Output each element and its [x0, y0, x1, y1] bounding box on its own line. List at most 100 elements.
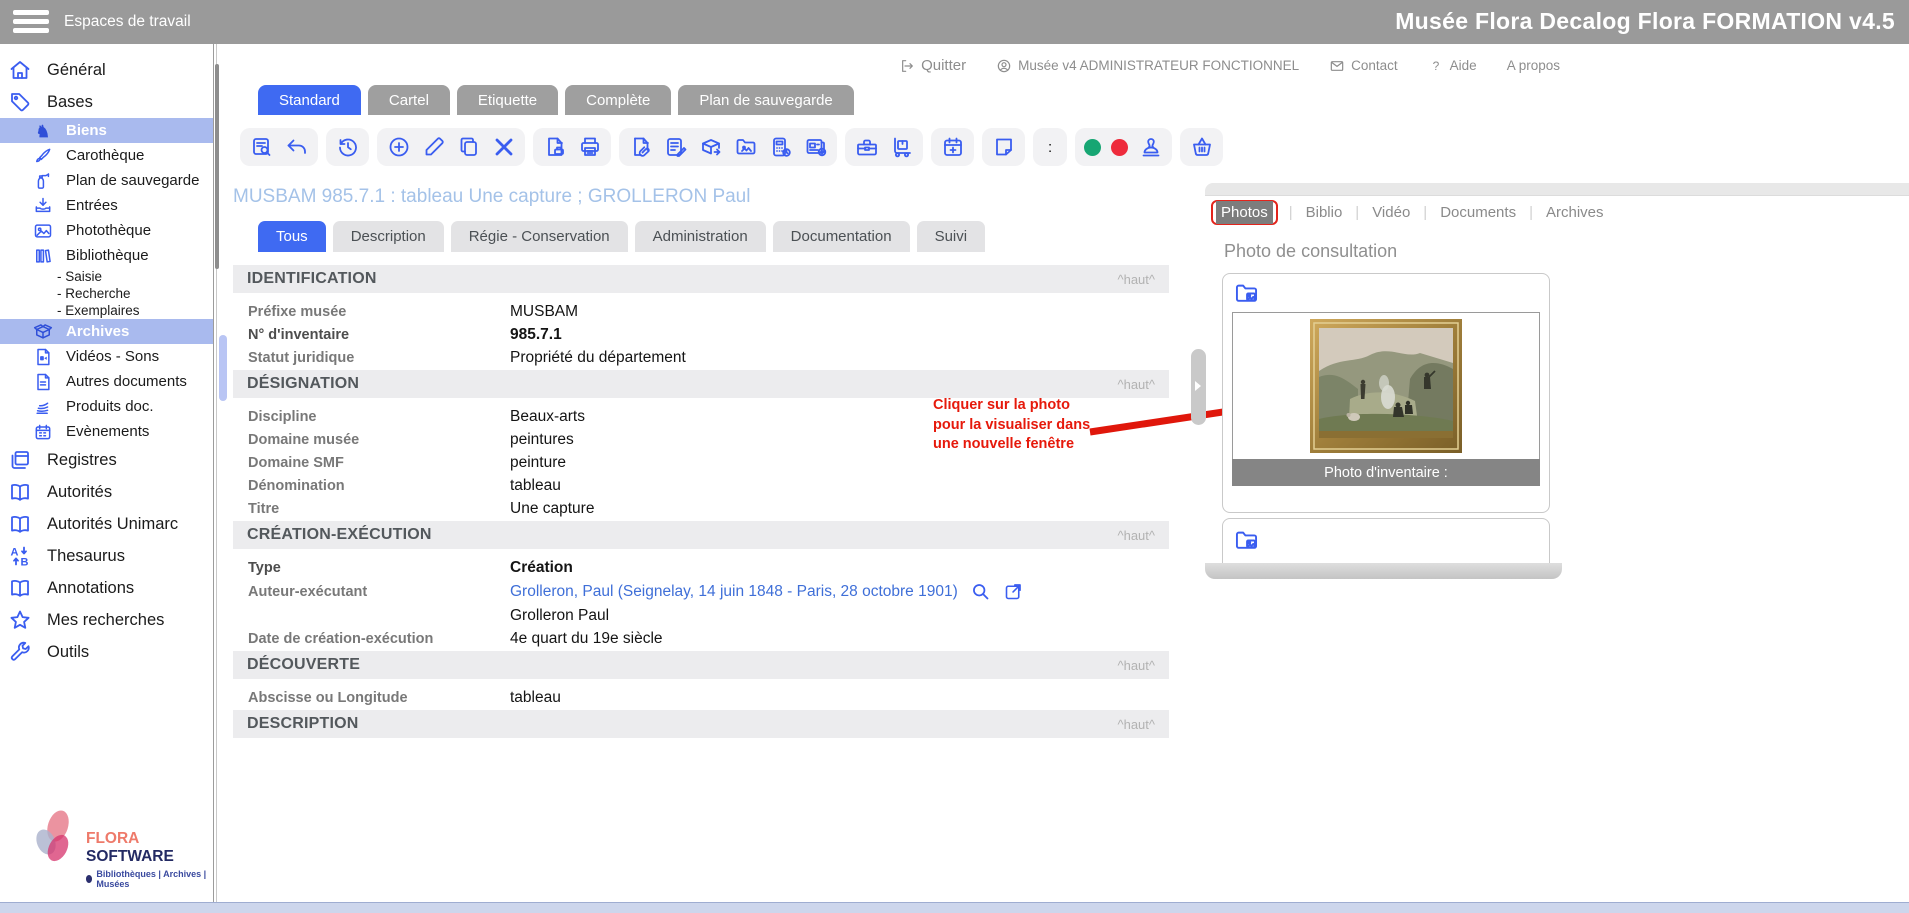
haut-link[interactable]: ^haut^ — [1117, 717, 1155, 732]
sidebar-item-recherche[interactable]: - Recherche — [0, 285, 213, 302]
sidebar-item-general[interactable]: Général — [0, 54, 213, 86]
toolbar-copy-button[interactable] — [456, 135, 481, 160]
toolbar-basket-button[interactable] — [1189, 135, 1214, 160]
sidebar-item-archives[interactable]: Archives — [0, 319, 213, 344]
sidebar-item-bibliotheque[interactable]: Bibliothèque — [0, 243, 213, 268]
wrench-icon — [8, 640, 32, 664]
field-row: Statut juridiquePropriété du département — [233, 346, 1169, 369]
toolbar-add-circle-button[interactable] — [386, 135, 411, 160]
workspace-menu[interactable]: Espaces de travail — [64, 13, 191, 31]
search-icon[interactable] — [970, 581, 991, 602]
open-new-icon[interactable] — [1003, 581, 1024, 602]
toolbar-history-button[interactable] — [335, 135, 360, 160]
utility-link-label: A propos — [1507, 58, 1560, 73]
sidebar-item-autorites-unimarc[interactable]: Autorités Unimarc — [0, 508, 213, 540]
view-tab-cartel[interactable]: Cartel — [368, 85, 450, 115]
artwork-photo[interactable] — [1310, 319, 1462, 453]
sidebar-item-autres-documents[interactable]: Autres documents — [0, 369, 213, 394]
hamburger-menu-button[interactable] — [13, 10, 49, 34]
haut-link[interactable]: ^haut^ — [1117, 377, 1155, 392]
registers-icon — [8, 448, 32, 472]
field-row: TitreUne capture — [233, 497, 1169, 520]
extinguisher-icon — [33, 171, 53, 191]
sidebar-item-carotheque[interactable]: Carothèque — [0, 143, 213, 168]
sidebar-item-entrees[interactable]: Entrées — [0, 193, 213, 218]
toolbar-note-button[interactable] — [991, 135, 1016, 160]
haut-link[interactable]: ^haut^ — [1117, 658, 1155, 673]
view-tab-standard[interactable]: Standard — [258, 85, 361, 115]
toolbar-hand-truck-button[interactable] — [889, 135, 914, 160]
toolbar-box-share-button[interactable] — [698, 135, 723, 160]
folder-image-icon[interactable] — [1233, 527, 1260, 559]
sidebar-item-outils[interactable]: Outils — [0, 636, 213, 668]
sidebar-item-plan-de-sauvegarde[interactable]: Plan de sauvegarde — [0, 168, 213, 193]
view-tab-complete[interactable]: Complète — [565, 85, 671, 115]
record-tab-suivi[interactable]: Suivi — [917, 221, 986, 252]
sidebar-item-saisie[interactable]: - Saisie — [0, 268, 213, 285]
toolbar-toolbox-button[interactable] — [854, 135, 879, 160]
toolbar-printer-button[interactable] — [577, 135, 602, 160]
media-tab-biblio[interactable]: Biblio — [1302, 204, 1347, 221]
sidebar-item-phototheque[interactable]: Photothèque — [0, 218, 213, 243]
sidebar-item-autorites[interactable]: Autorités — [0, 476, 213, 508]
red-status-dot[interactable] — [1111, 139, 1128, 156]
toolbar-folder-image-button[interactable] — [733, 135, 758, 160]
toolbar-list-search-button[interactable] — [249, 135, 274, 160]
media-tab-documents[interactable]: Documents — [1436, 204, 1520, 221]
toolbar-stamp-button[interactable] — [1138, 135, 1163, 160]
toolbar-group — [982, 128, 1025, 166]
sidebar-item-thesaurus[interactable]: ABThesaurus — [0, 540, 213, 572]
sidebar-item-label: Entrées — [66, 197, 118, 214]
green-status-dot[interactable] — [1084, 139, 1101, 156]
sidebar-item-mes-recherches[interactable]: Mes recherches — [0, 604, 213, 636]
logo-brand1: FLORA — [86, 830, 139, 847]
toolbar-delete-x-button[interactable] — [491, 135, 516, 160]
toolbar-undo-button[interactable] — [284, 135, 309, 160]
sidebar-item-annotations[interactable]: Annotations — [0, 572, 213, 604]
utility-link-a-propos[interactable]: A propos — [1507, 58, 1560, 73]
sidebar-item-bases[interactable]: Bases — [0, 86, 213, 118]
utility-link-aide[interactable]: ?Aide — [1428, 58, 1477, 74]
media-tab-archives[interactable]: Archives — [1542, 204, 1608, 221]
haut-link[interactable]: ^haut^ — [1117, 272, 1155, 287]
application-window: Espaces de travail Musée Flora Decalog F… — [0, 0, 1909, 913]
toolbar-form-edit-button[interactable] — [663, 135, 688, 160]
record-tab-tous[interactable]: Tous — [258, 221, 326, 252]
toolbar-edit-pencil-button[interactable] — [421, 135, 446, 160]
sidebar-scrollbar-thumb[interactable] — [215, 64, 219, 269]
sidebar-item-videos-sons[interactable]: Vidéos - Sons — [0, 344, 213, 369]
panel-collapse-handle[interactable] — [1191, 349, 1206, 425]
record-tab-administration[interactable]: Administration — [635, 221, 766, 252]
record-tab-description[interactable]: Description — [333, 221, 444, 252]
toolbar-file-print-button[interactable] — [542, 135, 567, 160]
folder-image-icon[interactable] — [1233, 280, 1260, 312]
view-tab-etiquette[interactable]: Etiquette — [457, 85, 558, 115]
window-bottom-strip — [0, 902, 1909, 913]
utility-link-contact[interactable]: Contact — [1329, 58, 1398, 74]
utility-link-musee-v4-administrateur-fonctionnel[interactable]: Musée v4 ADMINISTRATEUR FONCTIONNEL — [996, 58, 1299, 74]
sidebar-item-exemplaires[interactable]: - Exemplaires — [0, 302, 213, 319]
sidebar-nav: GénéralBases♞BiensCarothèquePlan de sauv… — [0, 44, 213, 668]
toolbar-calculator-clock-button[interactable] — [768, 135, 793, 160]
record-sections: IDENTIFICATION^haut^Préfixe muséeMUSBAMN… — [233, 265, 1169, 738]
field-value: 985.7.1 — [510, 326, 562, 344]
media-tab-video[interactable]: Vidéo — [1368, 204, 1414, 221]
sidebar-item-registres[interactable]: Registres — [0, 444, 213, 476]
utility-link-quitter[interactable]: Quitter — [899, 57, 966, 74]
sidebar-item-evenements[interactable]: Evènements — [0, 419, 213, 444]
field-label: Auteur-exécutant — [233, 584, 510, 600]
author-link[interactable]: Grolleron, Paul (Seignelay, 14 juin 1848… — [510, 583, 958, 601]
media-tab-photos[interactable]: Photos — [1216, 201, 1273, 224]
record-tab-documentation[interactable]: Documentation — [773, 221, 910, 252]
content-scrollbar-thumb[interactable] — [219, 335, 227, 401]
sidebar-item-produits-doc[interactable]: Produits doc. — [0, 394, 213, 419]
record-tab-regie-conservation[interactable]: Régie - Conservation — [451, 221, 628, 252]
haut-link[interactable]: ^haut^ — [1117, 528, 1155, 543]
toolbar-file-attach-button[interactable] — [628, 135, 653, 160]
sidebar-item-biens[interactable]: ♞Biens — [0, 118, 213, 143]
toolbar-news-add-button[interactable] — [803, 135, 828, 160]
delete-x-icon — [492, 135, 516, 159]
view-tab-plan-de-sauvegarde[interactable]: Plan de sauvegarde — [678, 85, 853, 115]
home-icon — [8, 58, 32, 82]
toolbar-calendar-add-button[interactable] — [940, 135, 965, 160]
